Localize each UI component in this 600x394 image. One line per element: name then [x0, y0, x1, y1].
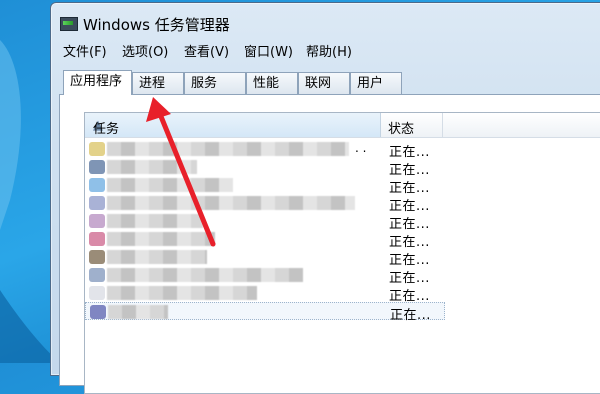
task-row[interactable]: 正在... — [85, 230, 445, 250]
tab-networking[interactable]: 联网 — [298, 72, 350, 94]
task-manager-window: Windows 任务管理器 文件(F) 选项(O) 查看(V) 窗口(W) 帮助… — [50, 2, 600, 394]
task-row[interactable]: 正在... — [85, 266, 445, 286]
app-icon — [90, 305, 106, 319]
task-row[interactable]: 正在... — [85, 212, 445, 232]
title-bar[interactable]: Windows 任务管理器 — [51, 3, 600, 41]
task-name-blurred — [107, 142, 349, 156]
tab-services[interactable]: 服务 — [184, 72, 246, 94]
task-name-blurred — [107, 250, 207, 264]
task-row[interactable]: 正在... — [85, 248, 445, 268]
window-title: Windows 任务管理器 — [83, 16, 230, 34]
column-header-status[interactable]: 状态 — [381, 113, 443, 137]
tab-users[interactable]: 用户 — [350, 72, 402, 94]
tab-applications[interactable]: 应用程序 — [63, 70, 132, 95]
menu-file[interactable]: 文件(F) — [63, 43, 107, 63]
task-row-selected[interactable]: 正在... — [85, 302, 445, 323]
app-icon — [89, 142, 105, 156]
tab-strip: 应用程序 进程 服务 性能 联网 用户 — [63, 70, 600, 95]
menu-options[interactable]: 选项(O) — [122, 43, 168, 63]
task-name-blurred — [108, 305, 168, 319]
app-icon — [89, 178, 105, 192]
task-list[interactable]: ▲ 任务 状态 . . 正在... 正在... 正在... 正在... 正在..… — [84, 112, 600, 394]
task-name-blurred — [107, 214, 203, 228]
column-header-task[interactable]: ▲ 任务 — [85, 113, 381, 137]
task-name-blurred — [107, 178, 233, 192]
task-name-blurred — [107, 286, 257, 300]
tab-processes[interactable]: 进程 — [132, 72, 184, 94]
task-row[interactable]: 正在... — [85, 194, 445, 214]
app-icon — [89, 160, 105, 174]
menu-window[interactable]: 窗口(W) — [244, 43, 293, 63]
list-header: ▲ 任务 状态 — [85, 113, 600, 138]
task-name-blurred — [107, 232, 215, 246]
tab-performance[interactable]: 性能 — [246, 72, 298, 94]
menu-bar: 文件(F) 选项(O) 查看(V) 窗口(W) 帮助(H) — [57, 43, 600, 63]
task-name-blurred — [107, 196, 355, 210]
task-row[interactable]: . . 正在... — [85, 140, 445, 160]
task-name-blurred — [107, 268, 303, 282]
task-row[interactable]: 正在... — [85, 284, 445, 304]
task-name-blurred — [107, 160, 197, 174]
app-icon — [89, 214, 105, 228]
task-row[interactable]: 正在... — [85, 176, 445, 196]
menu-view[interactable]: 查看(V) — [184, 43, 229, 63]
app-icon — [89, 196, 105, 210]
app-icon — [89, 286, 105, 300]
truncation-dots: . . — [355, 141, 367, 155]
app-icon — [89, 268, 105, 282]
app-icon — [89, 232, 105, 246]
app-icon — [89, 250, 105, 264]
task-row[interactable]: 正在... — [85, 158, 445, 178]
task-status: 正在... — [390, 308, 431, 323]
menu-help[interactable]: 帮助(H) — [306, 43, 352, 63]
applications-panel: ▲ 任务 状态 . . 正在... 正在... 正在... 正在... 正在..… — [59, 94, 600, 394]
task-manager-icon — [60, 17, 78, 31]
